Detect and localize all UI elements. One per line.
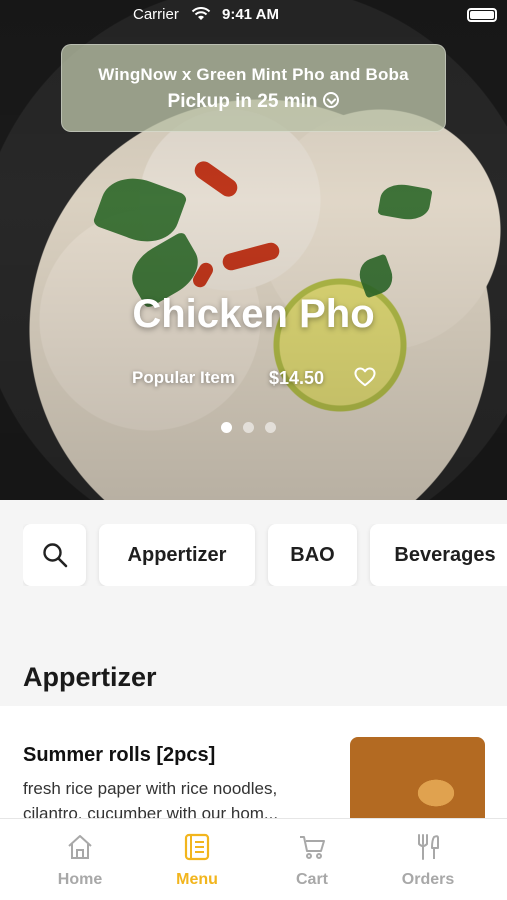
category-label: Appertizer [127, 543, 227, 566]
tab-home[interactable]: Home [30, 819, 130, 900]
tab-label: Cart [295, 871, 328, 888]
search-button[interactable] [23, 524, 86, 586]
pickup-time[interactable]: Pickup in 25 min [62, 91, 445, 113]
battery-icon [467, 8, 497, 22]
wifi-icon [191, 7, 211, 20]
orders-icon [418, 834, 439, 860]
carousel-indicator[interactable] [221, 422, 276, 433]
search-icon [42, 543, 67, 568]
section-title: Appertizer [23, 662, 157, 692]
clock: 9:41 AM [222, 6, 279, 23]
chevron-down-circle-icon[interactable] [323, 92, 340, 108]
carousel-dot[interactable] [221, 422, 232, 433]
category-label: BAO [290, 543, 335, 566]
carrier-label: Carrier [133, 6, 179, 23]
pickup-label: Pickup in 25 min [167, 91, 318, 112]
menu-icon [184, 833, 210, 861]
restaurant-banner[interactable]: WingNow x Green Mint Pho and Boba Pickup… [61, 44, 446, 132]
carousel-dot[interactable] [243, 422, 254, 433]
status-bar: Carrier 9:41 AM [0, 6, 507, 24]
featured-item-tag: Popular Item [132, 368, 235, 387]
hero-image[interactable]: Carrier 9:41 AM WingNow x Green Mint Pho… [0, 0, 507, 500]
category-tab-beverages[interactable]: Beverages [370, 524, 507, 586]
menu-item-image[interactable] [350, 737, 485, 827]
tab-menu[interactable]: Menu [147, 819, 247, 900]
tab-label: Menu [176, 871, 218, 888]
category-label: Beverages [394, 543, 496, 566]
carousel-dot[interactable] [265, 422, 276, 433]
category-bar[interactable]: Appertizer BAO Beverages [23, 524, 507, 586]
category-tab-bao[interactable]: BAO [268, 524, 357, 586]
cart-icon [300, 836, 325, 859]
menu-item[interactable]: Summer rolls [2pcs] fresh rice paper wit… [0, 706, 507, 827]
home-icon [68, 835, 92, 859]
featured-item-name: Chicken Pho [132, 292, 375, 336]
tab-bar: Home Menu Cart Orders [0, 818, 507, 900]
heart-icon[interactable] [354, 367, 376, 387]
tab-orders[interactable]: Orders [378, 819, 478, 900]
tab-cart[interactable]: Cart [262, 819, 362, 900]
tab-label: Home [57, 871, 103, 888]
tab-label: Orders [401, 871, 455, 888]
menu-item-name: Summer rolls [2pcs] [23, 744, 216, 766]
category-tab-appertizer[interactable]: Appertizer [99, 524, 255, 586]
featured-item-price: $14.50 [269, 368, 325, 388]
restaurant-title: WingNow x Green Mint Pho and Boba [98, 65, 409, 84]
